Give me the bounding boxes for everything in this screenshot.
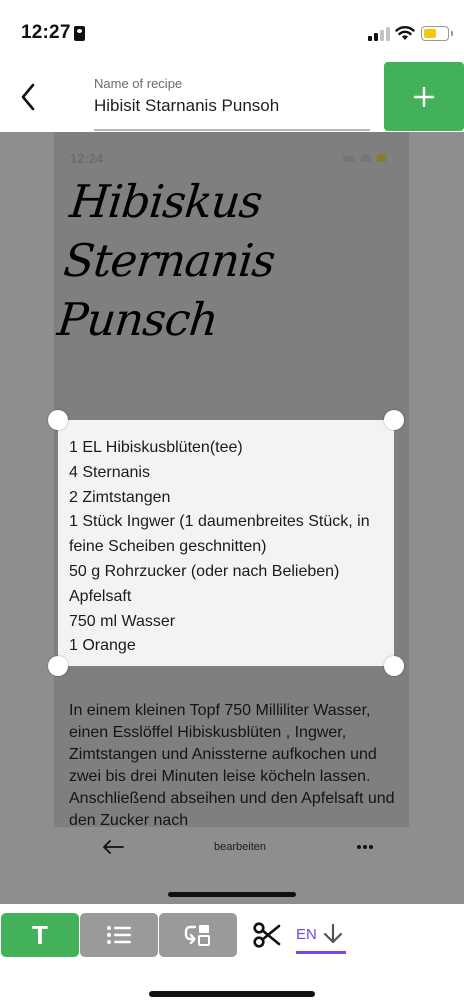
chevron-left-icon [21,83,35,111]
text-mode-label: T [32,919,48,950]
home-indicator [149,991,315,997]
list-item: 1 Orange [69,637,136,655]
plus-icon [414,86,434,107]
source-status-time: 12:24 [70,151,104,166]
recipe-name-input[interactable] [94,96,370,116]
wifi-icon [395,26,415,40]
list-item: Apfelsaft [69,587,132,605]
download-arrow-icon [323,923,342,944]
recipe-header: Name of recipe [0,62,464,132]
list-item: 50 g Rohrzucker (oder nach Belieben) [69,562,340,580]
language-label: EN [296,926,317,943]
ingredients-list: 1 EL Hibiskusblüten(tee) 4 Sternanis 2 Z… [58,420,394,659]
recipe-name-label: Name of recipe [94,76,183,91]
title-line: Sternanis [61,234,278,287]
source-nav-bar: bearbeiten [54,827,409,867]
list-item: 4 Sternanis [69,463,150,481]
edit-label: bearbeiten [214,841,266,853]
crop-handle-bottom-left[interactable] [48,656,68,676]
replace-icon [184,925,210,946]
arrow-left-icon [103,840,124,854]
add-button[interactable] [384,62,464,131]
cut-button[interactable] [250,916,284,954]
image-preview: 12:24 Hibiskus Sternanis Punsch In einem… [0,132,464,904]
instructions-text: In einem kleinen Topf 750 Milliliter Was… [69,702,395,827]
status-bar: 12:27 [0,0,464,62]
list-item: 750 ml Wasser [69,612,176,630]
recipe-name-field[interactable]: Name of recipe [94,76,370,131]
recipe-title-handwritten: Hibiskus Sternanis Punsch [55,172,404,349]
battery-level [424,29,437,38]
list-item: 2 Zimtstangen [69,488,171,506]
crop-handle-bottom-right[interactable] [384,656,404,676]
title-line: Hibiskus [67,175,265,228]
crop-handle-top-left[interactable] [48,410,68,430]
crop-handle-top-right[interactable] [384,410,404,430]
list-item: 1 EL Hibiskusblüten(tee) [69,439,243,456]
language-button[interactable]: EN [296,918,346,954]
status-time: 12:27 [21,22,71,43]
more-dots-icon [357,845,373,849]
scissors-icon [253,922,281,948]
source-status-icons [343,153,389,163]
contact-card-icon [74,26,85,41]
list-item: 1 Stück Ingwer (1 daumenbreites Stück, i… [69,513,370,531]
source-home-indicator [168,892,296,897]
text-selection-area[interactable]: 1 EL Hibiskusblüten(tee) 4 Sternanis 2 Z… [58,420,394,666]
list-icon [107,926,131,944]
list-item: feine Scheiben geschnitten) [69,538,267,556]
battery-icon [421,26,453,41]
title-line: Punsch [55,293,221,346]
list-mode-button[interactable] [80,913,158,957]
back-button[interactable] [10,77,46,117]
text-mode-button[interactable]: T [1,913,79,957]
replace-mode-button[interactable] [159,913,237,957]
cellular-signal-icon [368,27,390,41]
bottom-toolbar: T EN [0,904,464,1007]
